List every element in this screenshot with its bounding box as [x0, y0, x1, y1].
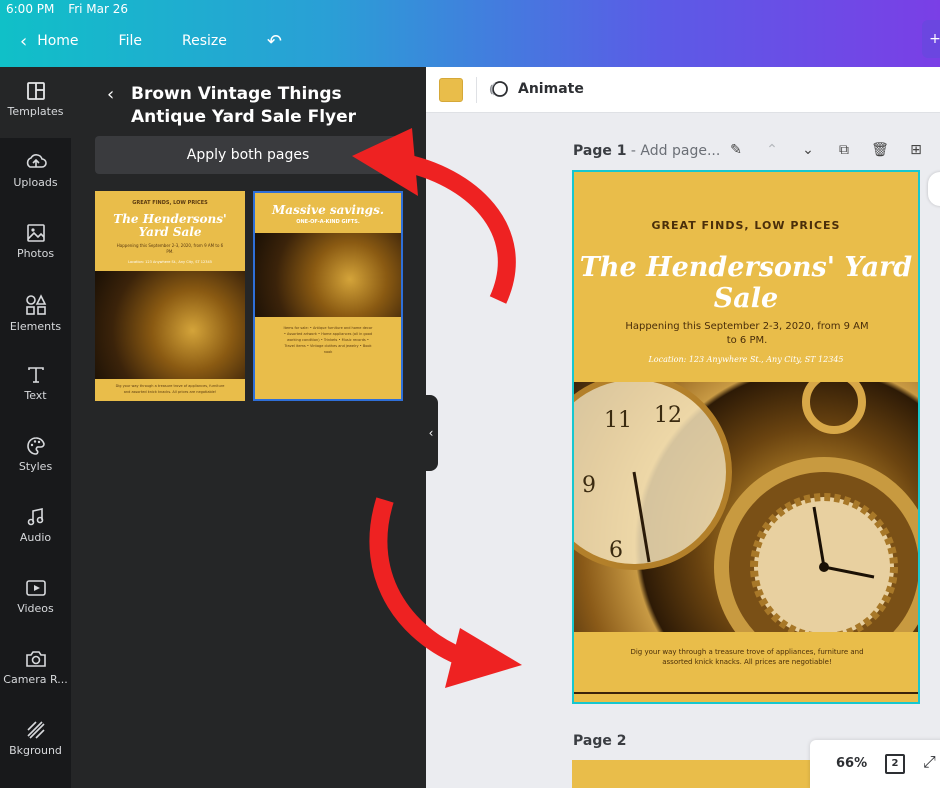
rail-camera-roll[interactable]: Camera R... — [0, 635, 71, 706]
rail-audio[interactable]: Audio — [0, 493, 71, 564]
rail-label: Camera R... — [3, 673, 68, 686]
elements-icon — [25, 294, 46, 315]
animate-icon — [489, 81, 508, 97]
zoom-level-button[interactable]: 66% — [836, 756, 867, 771]
home-button[interactable]: Home — [37, 33, 78, 49]
rail-text[interactable]: Text — [0, 351, 71, 422]
undo-icon[interactable]: ↶ — [267, 31, 282, 52]
apply-both-pages-button[interactable]: Apply both pages — [95, 136, 401, 174]
thumb2-list: Items for sale: • Antique furniture and … — [283, 326, 373, 354]
status-time: 6:00 PM — [6, 2, 55, 16]
pocket-watch-illustration: 11 12 9 6 — [574, 370, 918, 677]
add-user-button[interactable]: + — [922, 20, 940, 58]
file-menu[interactable]: File — [119, 33, 142, 49]
color-swatch-button[interactable] — [439, 78, 463, 102]
animate-button[interactable]: Animate — [488, 79, 584, 99]
flyer-pocket-watch-image[interactable]: 11 12 9 6 — [574, 370, 918, 677]
left-rail: Templates Uploads Photos Elements Text S… — [0, 67, 71, 788]
music-icon — [27, 508, 43, 526]
template-title: Brown Vintage Things Antique Yard Sale F… — [131, 84, 357, 127]
palette-icon — [26, 437, 45, 455]
flyer-bottom-rule — [574, 692, 918, 694]
video-icon — [25, 580, 46, 596]
rail-label: Text — [24, 389, 47, 402]
back-chevron-icon[interactable]: ‹ — [20, 31, 27, 52]
animate-label: Animate — [518, 81, 584, 97]
design-page-1[interactable]: GREAT FINDS, LOW PRICES The Hendersons' … — [572, 170, 920, 704]
thumb-kicker: GREAT FINDS, LOW PRICES — [132, 200, 208, 206]
rail-label: Elements — [9, 320, 62, 333]
rail-photos[interactable]: Photos — [0, 209, 71, 280]
collapse-panel-handle[interactable]: ‹ — [424, 395, 438, 471]
rail-uploads[interactable]: Uploads — [0, 138, 71, 209]
flyer-date-text[interactable]: Happening this September 2-3, 2020, from… — [624, 320, 870, 348]
fullscreen-icon[interactable]: ⤢ — [923, 752, 936, 772]
move-page-up-icon[interactable]: ⌃ — [754, 142, 790, 158]
arrow-head-down — [445, 628, 522, 688]
toolbar-divider — [476, 77, 477, 103]
svg-text:9: 9 — [582, 473, 596, 498]
move-page-down-icon[interactable]: ⌄ — [790, 142, 826, 158]
photos-icon — [26, 224, 45, 242]
flyer-location-text[interactable]: Location: 123 Anywhere St., Any City, ST… — [574, 355, 918, 364]
text-icon — [27, 367, 44, 383]
status-bar: 6:00 PM Fri Mar 26 — [6, 2, 138, 16]
rail-elements[interactable]: Elements — [0, 280, 71, 351]
side-tool-button[interactable] — [928, 172, 940, 206]
thumb-body: Dig your way through a treasure trove of… — [115, 384, 225, 394]
rail-videos[interactable]: Videos — [0, 564, 71, 635]
background-icon — [26, 721, 45, 739]
rail-label: Uploads — [13, 176, 58, 189]
rail-label: Photos — [16, 247, 55, 260]
templates-icon — [26, 82, 45, 100]
rail-label: Videos — [17, 602, 54, 615]
rail-label: Styles — [18, 460, 53, 473]
zoom-control: 66% 2 ⤢ — [810, 740, 940, 788]
delete-page-icon[interactable]: 🗑 — [862, 142, 898, 158]
rail-templates[interactable]: Templates — [0, 67, 71, 138]
camera-icon — [25, 651, 46, 667]
top-nav: ‹ Home File Resize ↶ — [0, 30, 282, 52]
page-1-number: Page 1 — [573, 143, 627, 159]
thumb-title: The Hendersons' Yard Sale — [113, 212, 227, 239]
page-1-title-input[interactable]: - Add page... — [626, 143, 720, 159]
thumb2-clocks-image — [255, 233, 401, 317]
page-2-label[interactable]: Page 2 — [573, 733, 626, 749]
flyer-body-text[interactable]: Dig your way through a treasure trove of… — [624, 647, 870, 667]
panel-back-chevron-icon[interactable]: ‹ — [107, 84, 114, 105]
flyer-kicker[interactable]: GREAT FINDS, LOW PRICES — [574, 219, 918, 232]
svg-text:12: 12 — [654, 403, 682, 428]
page-1-label[interactable]: Page 1 - Add page... — [573, 143, 720, 159]
page-tools: ✎ ⌃ ⌄ ⧉ 🗑 ⊞ — [718, 142, 934, 158]
canvas-toolbar: Animate — [426, 67, 940, 113]
rail-label: Audio — [19, 531, 52, 544]
rail-background[interactable]: Bkground — [0, 706, 71, 777]
status-date: Fri Mar 26 — [68, 2, 129, 16]
resize-button[interactable]: Resize — [182, 33, 227, 49]
svg-text:11: 11 — [604, 408, 632, 433]
rail-label: Templates — [7, 105, 64, 118]
svg-text:6: 6 — [609, 538, 623, 563]
upload-icon — [26, 154, 47, 168]
add-page-icon[interactable]: ⊞ — [898, 142, 934, 158]
page-notes-icon[interactable]: ✎ — [718, 142, 754, 158]
page-count-button[interactable]: 2 — [885, 754, 905, 774]
duplicate-page-icon[interactable]: ⧉ — [826, 142, 862, 158]
templates-panel: ‹ Brown Vintage Things Antique Yard Sale… — [71, 67, 426, 788]
thumb-clock-image — [95, 271, 245, 379]
thumb2-title: Massive savings. — [271, 203, 385, 217]
top-bar: 6:00 PM Fri Mar 26 ‹ Home File Resize ↶ … — [0, 0, 940, 67]
template-thumbnail-page-1[interactable]: GREAT FINDS, LOW PRICES The Hendersons' … — [95, 191, 245, 401]
template-thumbnail-page-2[interactable]: Massive savings. ONE-OF-A-KIND GIFTS. It… — [253, 191, 403, 401]
thumb2-subtitle: ONE-OF-A-KIND GIFTS. — [296, 219, 360, 225]
thumb-location: Location: 123 Anywhere St., Any City, ST… — [128, 260, 212, 264]
flyer-title[interactable]: The Hendersons' Yard Sale — [574, 252, 918, 314]
thumb-line: Happening this September 2-3, 2020, from… — [116, 243, 224, 254]
rail-label: Bkground — [9, 744, 62, 757]
rail-styles[interactable]: Styles — [0, 422, 71, 493]
